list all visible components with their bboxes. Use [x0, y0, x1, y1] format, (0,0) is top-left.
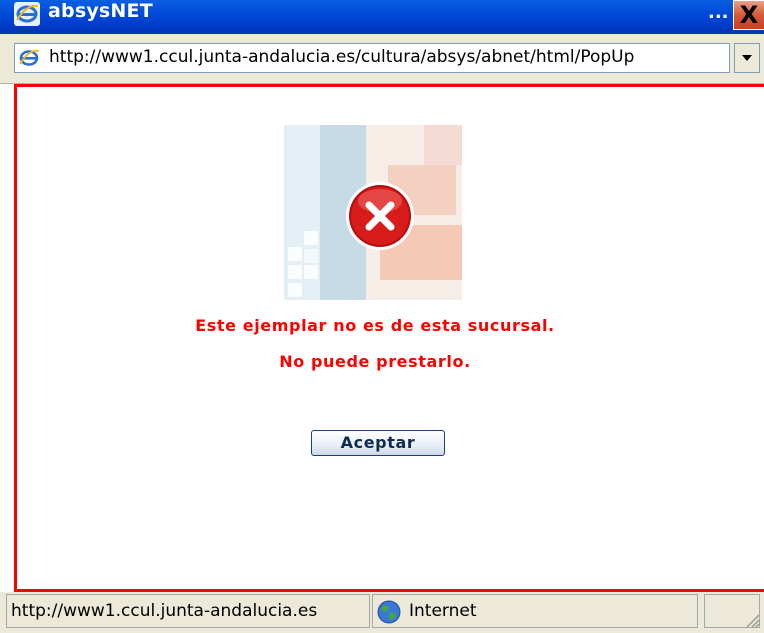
- popup-content: Este ejemplar no es de esta sucursal. No…: [14, 84, 764, 592]
- resize-grip-icon[interactable]: [744, 612, 760, 632]
- ie-logo-icon: [14, 2, 40, 30]
- security-zone: Internet: [372, 594, 698, 628]
- accept-button[interactable]: Aceptar: [311, 430, 445, 456]
- window-title-bar: absysNET ... X: [0, 0, 764, 34]
- address-url: http://www1.ccul.junta-andalucia.es/cult…: [49, 47, 635, 67]
- window-title: absysNET: [48, 0, 153, 22]
- chevron-down-icon: [742, 55, 752, 61]
- address-dropdown-button[interactable]: [734, 43, 760, 73]
- status-url: http://www1.ccul.junta-andalucia.es: [6, 594, 370, 628]
- address-bar: http://www1.ccul.junta-andalucia.es/cult…: [0, 34, 764, 84]
- overflow-indicator: ...: [708, 2, 729, 23]
- error-message-line-2: No puede prestarlo.: [279, 352, 471, 371]
- status-bar: http://www1.ccul.junta-andalucia.es Inte…: [0, 592, 764, 633]
- error-illustration: [284, 125, 462, 300]
- page-icon: [18, 48, 40, 72]
- globe-icon: [376, 599, 402, 629]
- close-button[interactable]: X: [733, 0, 764, 30]
- zone-label: Internet: [409, 601, 477, 621]
- error-icon: [346, 182, 414, 250]
- error-message-line-1: Este ejemplar no es de esta sucursal.: [195, 316, 555, 335]
- address-field[interactable]: http://www1.ccul.junta-andalucia.es/cult…: [14, 43, 730, 73]
